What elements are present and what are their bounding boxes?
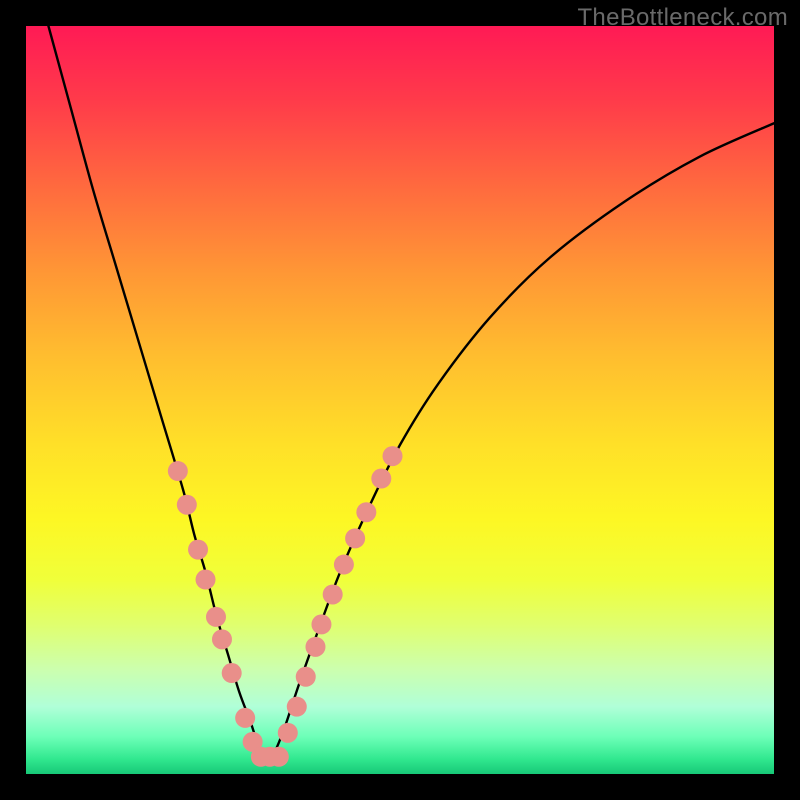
curve-marker (311, 614, 331, 634)
curve-marker (334, 555, 354, 575)
chart-canvas (26, 26, 774, 774)
curve-marker (296, 667, 316, 687)
curve-marker (206, 607, 226, 627)
curve-marker (196, 570, 216, 590)
curve-marker (278, 723, 298, 743)
curve-marker (212, 629, 232, 649)
curve-marker (177, 495, 197, 515)
curve-marker (168, 461, 188, 481)
curve-marker (269, 747, 289, 767)
curve-marker (305, 637, 325, 657)
bottleneck-curve (48, 26, 774, 760)
curve-marker (323, 584, 343, 604)
watermark-text: TheBottleneck.com (577, 4, 788, 32)
curve-markers (168, 446, 403, 767)
curve-marker (222, 663, 242, 683)
curve-marker (235, 708, 255, 728)
curve-marker (287, 697, 307, 717)
curve-marker (356, 502, 376, 522)
curve-marker (188, 540, 208, 560)
curve-marker (383, 446, 403, 466)
chart-overlay (26, 26, 774, 774)
curve-marker (371, 469, 391, 489)
curve-marker (345, 528, 365, 548)
